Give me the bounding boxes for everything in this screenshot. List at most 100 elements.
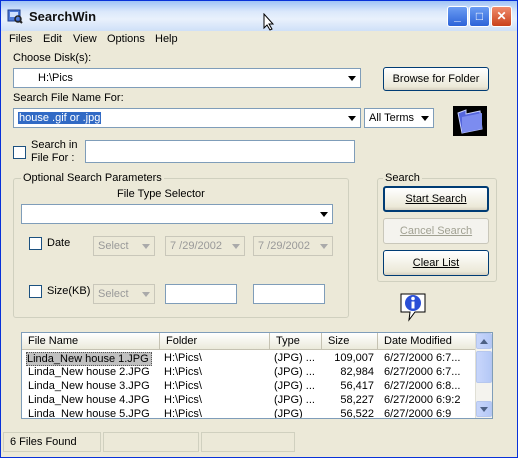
date-select-dropdown[interactable]: Select <box>93 236 155 256</box>
choose-disk-label: Choose Disk(s): <box>13 52 92 64</box>
title-bar[interactable]: SearchWin _ □ ✕ <box>1 1 517 31</box>
scroll-down-button[interactable] <box>476 401 492 417</box>
cell-folder: H:\Pics\ <box>164 408 202 419</box>
browse-folder-button[interactable]: Browse for Folder <box>383 67 489 91</box>
search-in-file-label-2: File For : <box>31 152 75 164</box>
cell-date: 6/27/2000 6:7... <box>384 352 461 364</box>
clear-list-button[interactable]: Clear List <box>383 250 489 276</box>
window-title: SearchWin <box>29 9 97 24</box>
cell-type: (JPG) ... <box>274 380 315 392</box>
results-list[interactable]: File Name Folder Type Size Date Modified… <box>21 332 493 419</box>
search-in-file-label-1: Search in <box>31 139 78 151</box>
search-in-file-input[interactable] <box>85 140 355 163</box>
menu-help[interactable]: Help <box>155 33 178 45</box>
column-header-date-modified[interactable]: Date Modified <box>378 333 476 350</box>
table-row[interactable]: Linda_New house 2.JPG H:\Pics\ (JPG) ...… <box>22 365 476 379</box>
menu-bar: Files Edit View Options Help <box>1 31 517 49</box>
cell-date: 6/27/2000 6:8... <box>384 380 461 392</box>
cell-size: 56,522 <box>340 408 374 419</box>
cell-folder: H:\Pics\ <box>164 352 202 364</box>
cell-file-name: Linda_New house 2.JPG <box>28 366 150 378</box>
cancel-search-label: Cancel Search <box>399 225 473 237</box>
table-row[interactable]: Linda_New house 5.JPG H:\Pics\ (JPG) 56,… <box>22 407 476 419</box>
cell-date: 6/27/2000 6:9:2 <box>384 394 461 406</box>
table-row[interactable]: Linda_New house 4.JPG H:\Pics\ (JPG) ...… <box>22 393 476 407</box>
column-header-type[interactable]: Type <box>270 333 322 350</box>
date-select-value: Select <box>98 240 129 252</box>
cell-size: 56,417 <box>340 380 374 392</box>
column-header-folder[interactable]: Folder <box>160 333 270 350</box>
chevron-down-icon[interactable] <box>344 109 360 127</box>
scroll-thumb[interactable] <box>476 351 492 383</box>
search-name-combobox[interactable]: house .gif or .jpg <box>13 108 361 128</box>
start-search-button[interactable]: Start Search <box>383 186 489 212</box>
choose-disk-dropdown[interactable]: H:\Pics <box>13 68 361 88</box>
status-bar: 6 Files Found <box>1 429 517 457</box>
column-header-size[interactable]: Size <box>322 333 378 350</box>
cell-folder: H:\Pics\ <box>164 394 202 406</box>
mouse-cursor-icon <box>263 13 275 31</box>
date-label: Date <box>47 237 71 249</box>
chevron-down-icon <box>316 237 332 255</box>
choose-disk-value: H:\Pics <box>38 72 73 84</box>
menu-view[interactable]: View <box>73 33 97 45</box>
info-icon[interactable] <box>397 290 429 322</box>
file-type-label: File Type Selector <box>117 188 205 200</box>
chevron-down-icon[interactable] <box>316 205 332 223</box>
size-select-value: Select <box>98 288 129 300</box>
cell-file-name: Linda_New house 3.JPG <box>28 380 150 392</box>
size-label: Size(KB) <box>47 285 91 297</box>
search-in-file-checkbox[interactable] <box>13 146 26 159</box>
close-button[interactable]: ✕ <box>491 6 512 27</box>
cell-type: (JPG) ... <box>274 394 315 406</box>
size-to-input[interactable] <box>253 284 325 304</box>
searchwin-window: SearchWin _ □ ✕ Files Edit View Options … <box>0 0 518 458</box>
optional-params-title: Optional Search Parameters <box>21 172 164 184</box>
chevron-down-icon <box>138 285 154 303</box>
table-row[interactable]: Linda_New house 3.JPG H:\Pics\ (JPG) ...… <box>22 379 476 393</box>
date-to-picker[interactable]: 7 /29/2002 <box>253 236 333 256</box>
cell-type: (JPG) <box>274 408 303 419</box>
menu-files[interactable]: Files <box>9 33 32 45</box>
cell-type: (JPG) ... <box>274 366 315 378</box>
file-type-dropdown[interactable] <box>21 204 333 224</box>
date-checkbox[interactable] <box>29 237 42 250</box>
search-name-value: house .gif or .jpg <box>18 112 102 124</box>
menu-options[interactable]: Options <box>107 33 145 45</box>
date-to-value: 7 /29/2002 <box>258 240 310 252</box>
maximize-button[interactable]: □ <box>469 6 490 27</box>
chevron-up-icon <box>480 338 488 344</box>
clear-list-label: Clear List <box>412 257 460 269</box>
cell-file-name: Linda_New house 1.JPG <box>26 352 152 366</box>
cell-folder: H:\Pics\ <box>164 380 202 392</box>
date-from-value: 7 /29/2002 <box>170 240 222 252</box>
chevron-down-icon <box>228 237 244 255</box>
terms-value: All Terms <box>369 112 415 124</box>
size-checkbox[interactable] <box>29 285 42 298</box>
terms-dropdown[interactable]: All Terms <box>364 108 434 128</box>
minimize-button[interactable]: _ <box>447 6 468 27</box>
size-select-dropdown[interactable]: Select <box>93 284 155 304</box>
chevron-down-icon <box>480 406 488 412</box>
cancel-search-button[interactable]: Cancel Search <box>383 218 489 244</box>
cell-file-name: Linda_New house 5.JPG <box>28 408 150 419</box>
vertical-scrollbar[interactable] <box>475 333 492 418</box>
chevron-down-icon[interactable] <box>417 109 433 127</box>
date-from-picker[interactable]: 7 /29/2002 <box>165 236 245 256</box>
size-from-input[interactable] <box>165 284 237 304</box>
search-name-label: Search File Name For: <box>13 92 124 104</box>
chevron-down-icon <box>138 237 154 255</box>
folder-icon[interactable] <box>452 105 488 137</box>
cell-size: 58,227 <box>340 394 374 406</box>
column-header-file-name[interactable]: File Name <box>22 333 160 350</box>
status-panel-2 <box>103 432 199 452</box>
search-app-icon <box>7 9 23 24</box>
menu-edit[interactable]: Edit <box>43 33 62 45</box>
cell-date: 6/27/2000 6:9 <box>384 408 452 419</box>
cell-file-name: Linda_New house 4.JPG <box>28 394 150 406</box>
scroll-up-button[interactable] <box>476 333 492 349</box>
cell-folder: H:\Pics\ <box>164 366 202 378</box>
table-row[interactable]: Linda_New house 1.JPG H:\Pics\ (JPG) ...… <box>22 351 476 366</box>
chevron-down-icon[interactable] <box>344 69 360 87</box>
cell-date: 6/27/2000 6:7... <box>384 366 461 378</box>
